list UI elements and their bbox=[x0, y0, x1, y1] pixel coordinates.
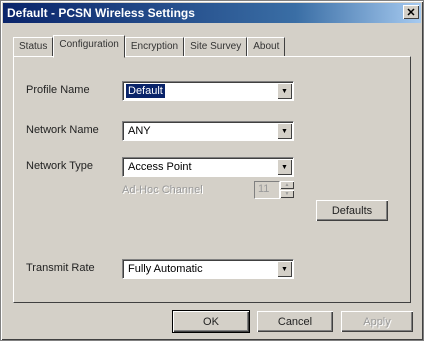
close-button[interactable]: ✕ bbox=[403, 5, 419, 19]
profile-name-label: Profile Name bbox=[26, 84, 90, 96]
tab-strip: Status Configuration Encryption Site Sur… bbox=[13, 35, 286, 58]
cancel-button[interactable]: Cancel bbox=[257, 311, 333, 332]
configuration-panel: Profile Name Default ▼ Network Name ANY … bbox=[13, 56, 411, 303]
ad-hoc-channel-spinner[interactable]: ▲ ▼ bbox=[280, 181, 294, 199]
profile-name-value: Default bbox=[126, 84, 165, 98]
apply-button[interactable]: Apply bbox=[341, 311, 413, 332]
title-bar[interactable]: Default - PCSN Wireless Settings ✕ bbox=[3, 3, 421, 23]
spin-up-icon[interactable]: ▲ bbox=[280, 181, 294, 189]
network-type-select[interactable]: Access Point ▼ bbox=[122, 157, 294, 177]
chevron-down-icon[interactable]: ▼ bbox=[277, 159, 292, 175]
profile-name-combo[interactable]: Default ▼ bbox=[122, 81, 294, 101]
chevron-down-icon[interactable]: ▼ bbox=[277, 83, 292, 99]
defaults-button[interactable]: Defaults bbox=[316, 200, 388, 221]
network-name-label: Network Name bbox=[26, 124, 99, 136]
window-title: Default - PCSN Wireless Settings bbox=[7, 6, 195, 20]
settings-dialog: Default - PCSN Wireless Settings ✕ Statu… bbox=[0, 0, 424, 341]
chevron-down-icon[interactable]: ▼ bbox=[277, 261, 292, 277]
ok-button[interactable]: OK bbox=[172, 310, 250, 333]
transmit-rate-combo[interactable]: Fully Automatic ▼ bbox=[122, 259, 294, 279]
tab-about[interactable]: About bbox=[247, 37, 286, 56]
network-name-value: ANY bbox=[128, 125, 151, 137]
transmit-rate-label: Transmit Rate bbox=[26, 262, 95, 274]
network-type-value: Access Point bbox=[128, 161, 192, 173]
ad-hoc-channel-input[interactable]: 11 bbox=[254, 181, 280, 199]
tab-configuration[interactable]: Configuration bbox=[53, 35, 125, 58]
tab-status[interactable]: Status bbox=[13, 37, 54, 56]
network-name-combo[interactable]: ANY ▼ bbox=[122, 121, 294, 141]
transmit-rate-value: Fully Automatic bbox=[128, 263, 203, 275]
ad-hoc-channel-value: 11 bbox=[258, 183, 270, 195]
ad-hoc-channel-label: Ad-Hoc Channel bbox=[122, 184, 203, 196]
tab-encryption[interactable]: Encryption bbox=[124, 37, 185, 56]
spin-down-icon[interactable]: ▼ bbox=[280, 190, 294, 198]
tab-site-survey[interactable]: Site Survey bbox=[184, 37, 248, 56]
close-icon: ✕ bbox=[406, 6, 416, 19]
network-type-label: Network Type bbox=[26, 160, 94, 172]
chevron-down-icon[interactable]: ▼ bbox=[277, 123, 292, 139]
